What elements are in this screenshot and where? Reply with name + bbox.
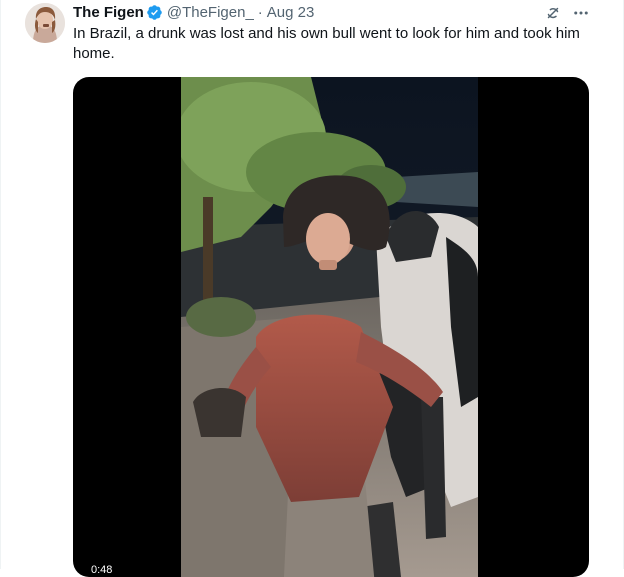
video-duration: 0:48: [87, 563, 117, 577]
video-thumbnail: [181, 77, 478, 577]
avatar-image: [25, 3, 65, 43]
tweet[interactable]: The Figen @TheFigen_ · Aug 23 In Brazil,…: [0, 0, 624, 577]
tweet-date[interactable]: Aug 23: [267, 4, 315, 21]
tweet-header: The Figen @TheFigen_ · Aug 23: [73, 2, 314, 22]
avatar[interactable]: [25, 3, 65, 43]
tweet-text: In Brazil, a drunk was lost and his own …: [73, 25, 580, 62]
video-frame[interactable]: [181, 77, 478, 577]
separator-dot: ·: [257, 3, 263, 21]
author-name[interactable]: The Figen: [73, 4, 144, 21]
grok-icon[interactable]: [542, 3, 564, 23]
verified-badge-icon: [146, 4, 163, 21]
video-player[interactable]: 0:48: [73, 77, 589, 577]
more-icon[interactable]: [571, 3, 591, 23]
author-handle[interactable]: @TheFigen_: [167, 4, 254, 21]
